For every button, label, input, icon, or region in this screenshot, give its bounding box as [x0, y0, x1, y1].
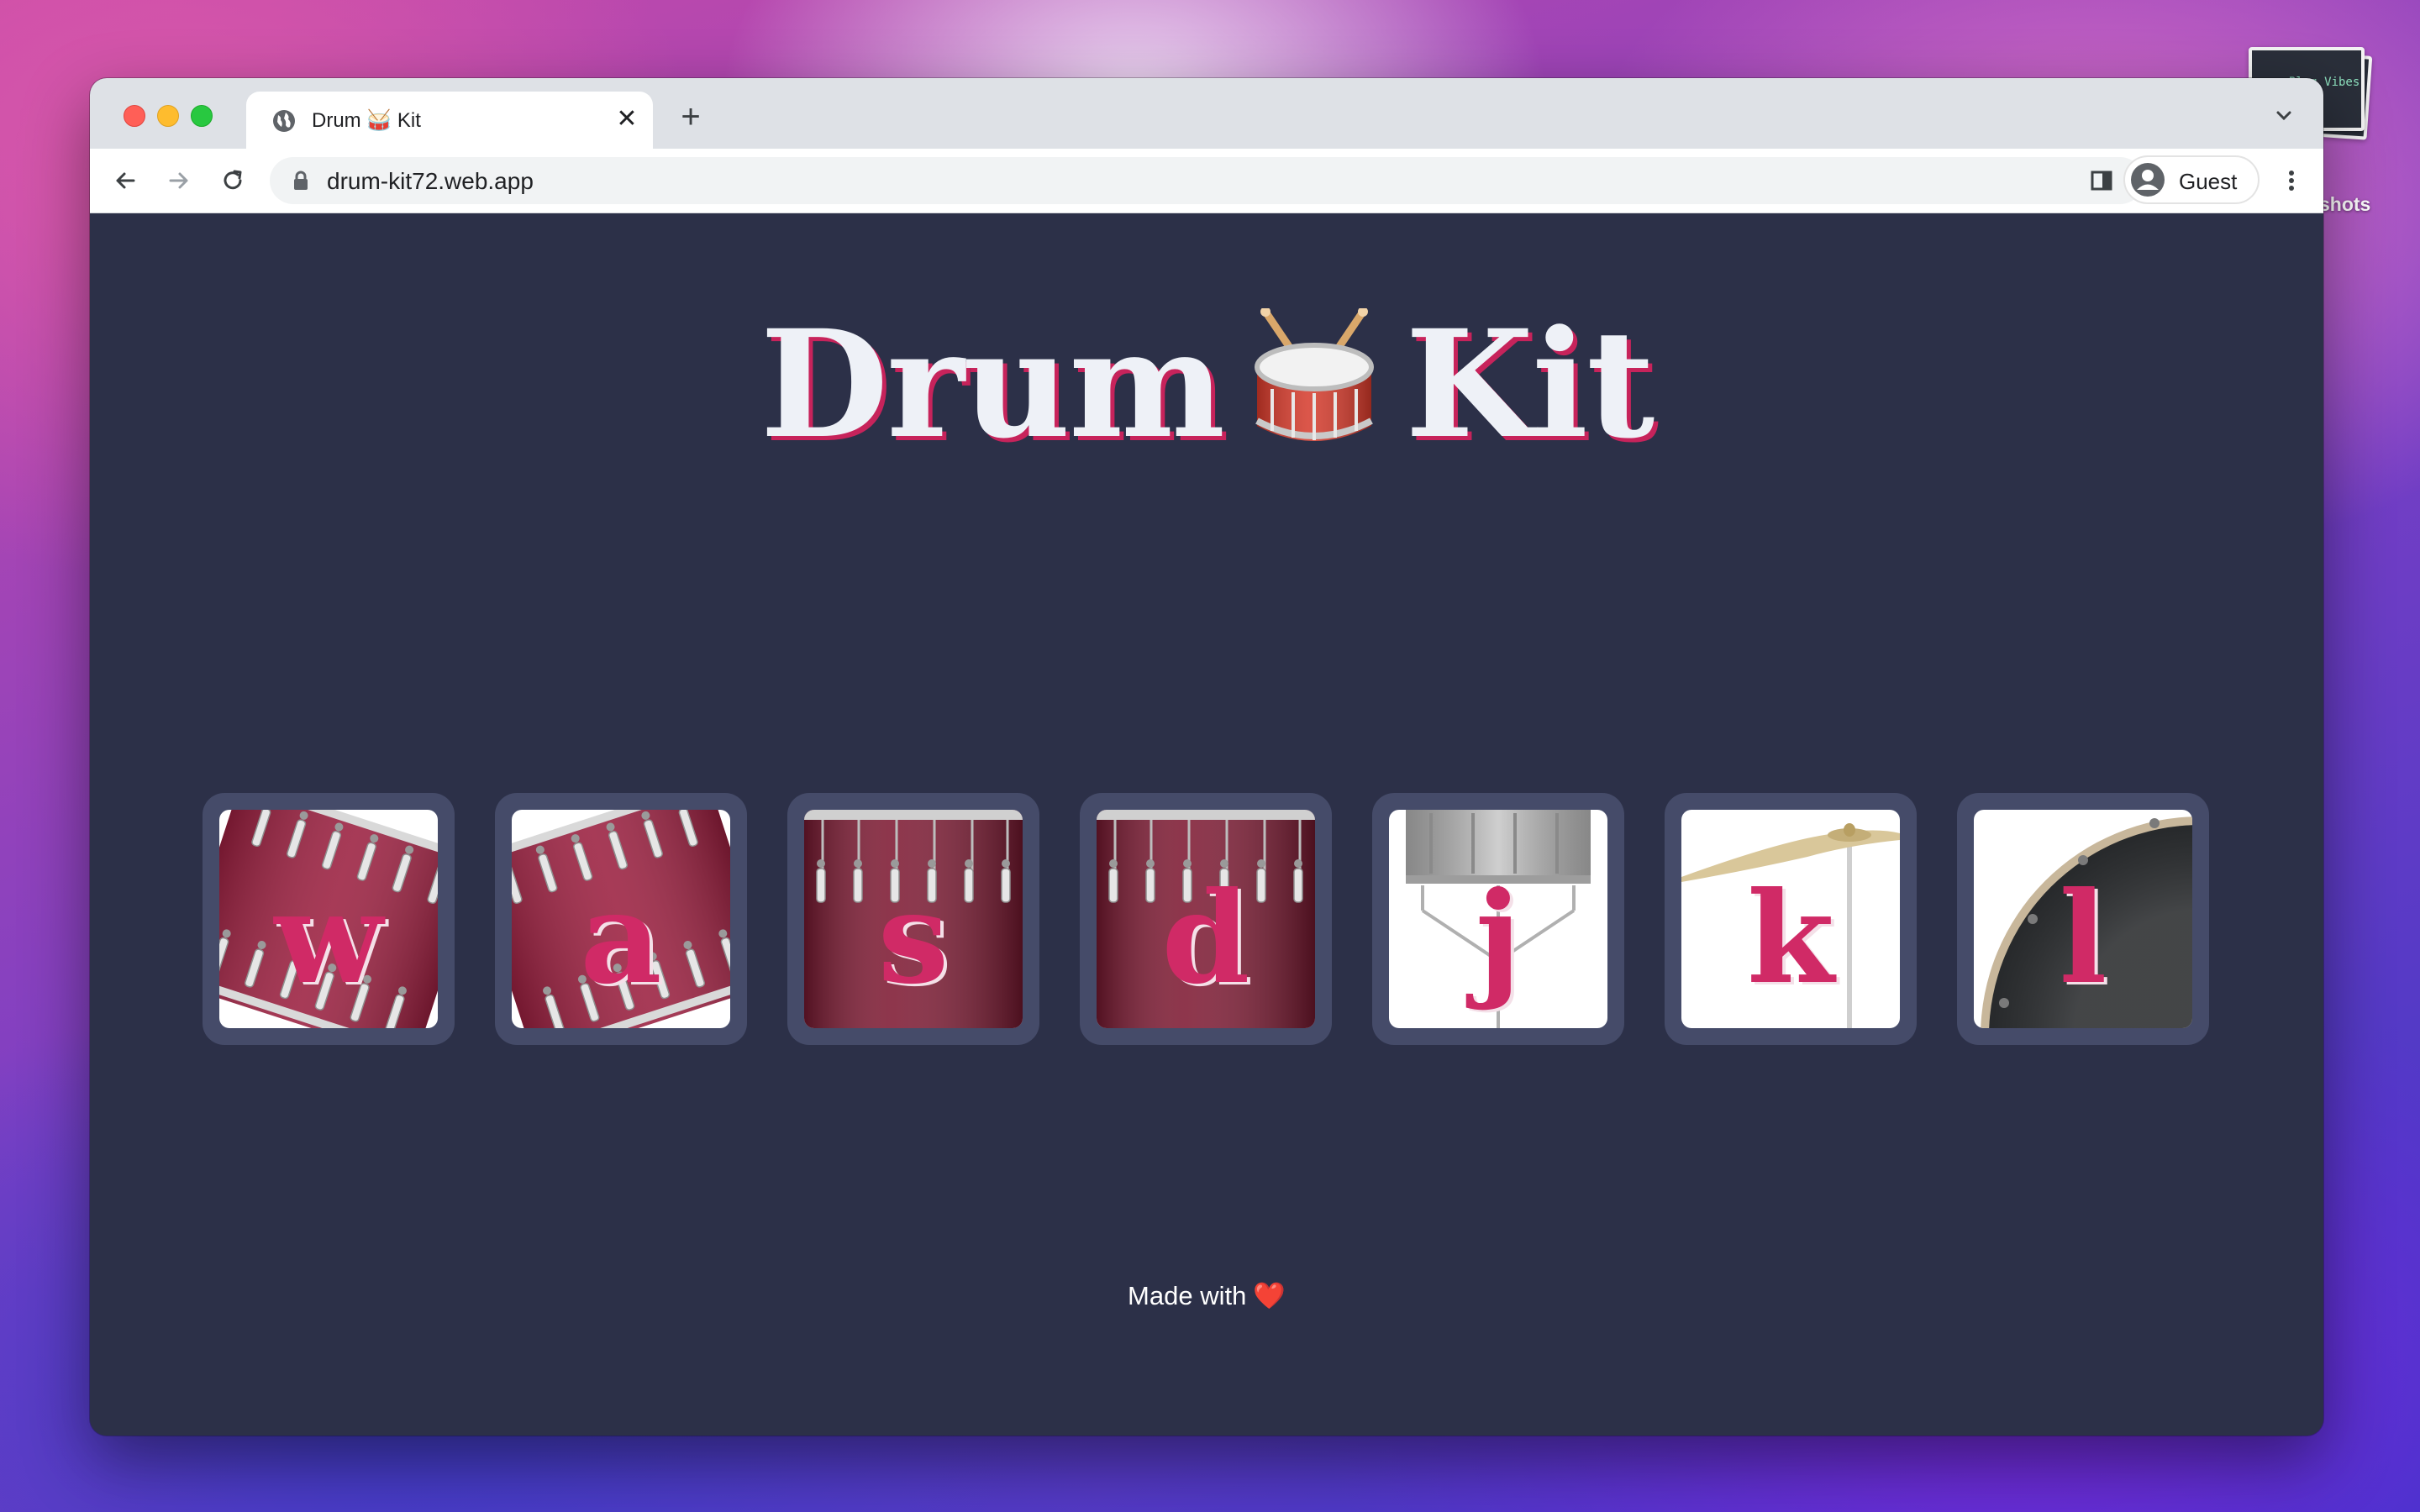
heart-icon: ❤️: [1253, 1281, 1286, 1310]
new-tab-button[interactable]: +: [671, 98, 710, 137]
address-bar[interactable]: drum-kit72.web.app: [270, 157, 2144, 204]
reload-icon[interactable]: [216, 164, 250, 197]
footer-text: Made with: [1128, 1281, 1247, 1310]
drum-pad-key: a: [580, 864, 662, 1012]
tab-title: Drum 🥁 Kit: [312, 109, 421, 132]
account-avatar-icon: [2131, 163, 2165, 197]
drum-pad-key: j: [1475, 864, 1522, 1012]
drum-pad-key: s: [877, 864, 950, 1012]
desktop-folder-label[interactable]: shots: [2319, 193, 2370, 216]
lock-icon[interactable]: [292, 171, 310, 191]
drum-pad-s[interactable]: s: [787, 793, 1039, 1045]
drum-pad-key: w: [274, 864, 383, 1012]
drum-emoji-icon: [1247, 307, 1381, 451]
drum-pad-l[interactable]: l: [1957, 793, 2209, 1045]
drum-pad-image: l: [1974, 810, 2192, 1028]
title-word-kit: Kit: [1405, 297, 1655, 471]
title-word-drum: Drum: [760, 297, 1226, 471]
tab-drum-kit[interactable]: Drum 🥁 Kit ✕: [246, 92, 653, 149]
tab-bar: Drum 🥁 Kit ✕ +: [90, 78, 2323, 149]
globe-icon: [273, 110, 295, 132]
zoom-window-button[interactable]: [191, 105, 213, 127]
page-title: Drum Kit: [90, 297, 2323, 471]
drum-pad-image: s: [804, 810, 1023, 1028]
drum-pad-j[interactable]: j: [1372, 793, 1624, 1045]
profile-label: Guest: [2179, 169, 2238, 194]
drum-pad-key: k: [1747, 864, 1834, 1012]
side-panel-icon[interactable]: [2085, 164, 2118, 197]
url-text[interactable]: drum-kit72.web.app: [327, 168, 534, 195]
drum-pads: w a s d j k l: [203, 793, 2219, 1045]
drum-pad-image: a: [512, 810, 730, 1028]
drum-pad-key: d: [1161, 864, 1250, 1012]
browser-toolbar: drum-kit72.web.app Guest: [90, 149, 2323, 213]
close-window-button[interactable]: [124, 105, 145, 127]
chevron-down-icon[interactable]: [2270, 102, 2298, 130]
drum-pad-image: j: [1389, 810, 1607, 1028]
browser-window: Drum 🥁 Kit ✕ + drum-kit72.web.app Guest …: [90, 78, 2323, 1436]
more-options-icon[interactable]: [2275, 164, 2308, 197]
drum-pad-image: k: [1681, 810, 1900, 1028]
drum-pad-image: d: [1097, 810, 1315, 1028]
profile-button[interactable]: Guest: [2123, 155, 2260, 204]
drum-pad-key: l: [2059, 864, 2107, 1012]
minimize-window-button[interactable]: [157, 105, 179, 127]
drum-pad-w[interactable]: w: [203, 793, 455, 1045]
forward-arrow-icon[interactable]: [162, 164, 196, 197]
drum-pad-k[interactable]: k: [1665, 793, 1917, 1045]
footer: Made with ❤️: [90, 1280, 2323, 1311]
back-arrow-icon[interactable]: [108, 164, 142, 197]
drum-pad-d[interactable]: d: [1080, 793, 1332, 1045]
drum-pad-image: w: [219, 810, 438, 1028]
page-content: Drum Kit w a s d j k l Made with ❤️: [90, 213, 2323, 1436]
close-tab-icon[interactable]: ✕: [613, 105, 641, 134]
drum-pad-a[interactable]: a: [495, 793, 747, 1045]
